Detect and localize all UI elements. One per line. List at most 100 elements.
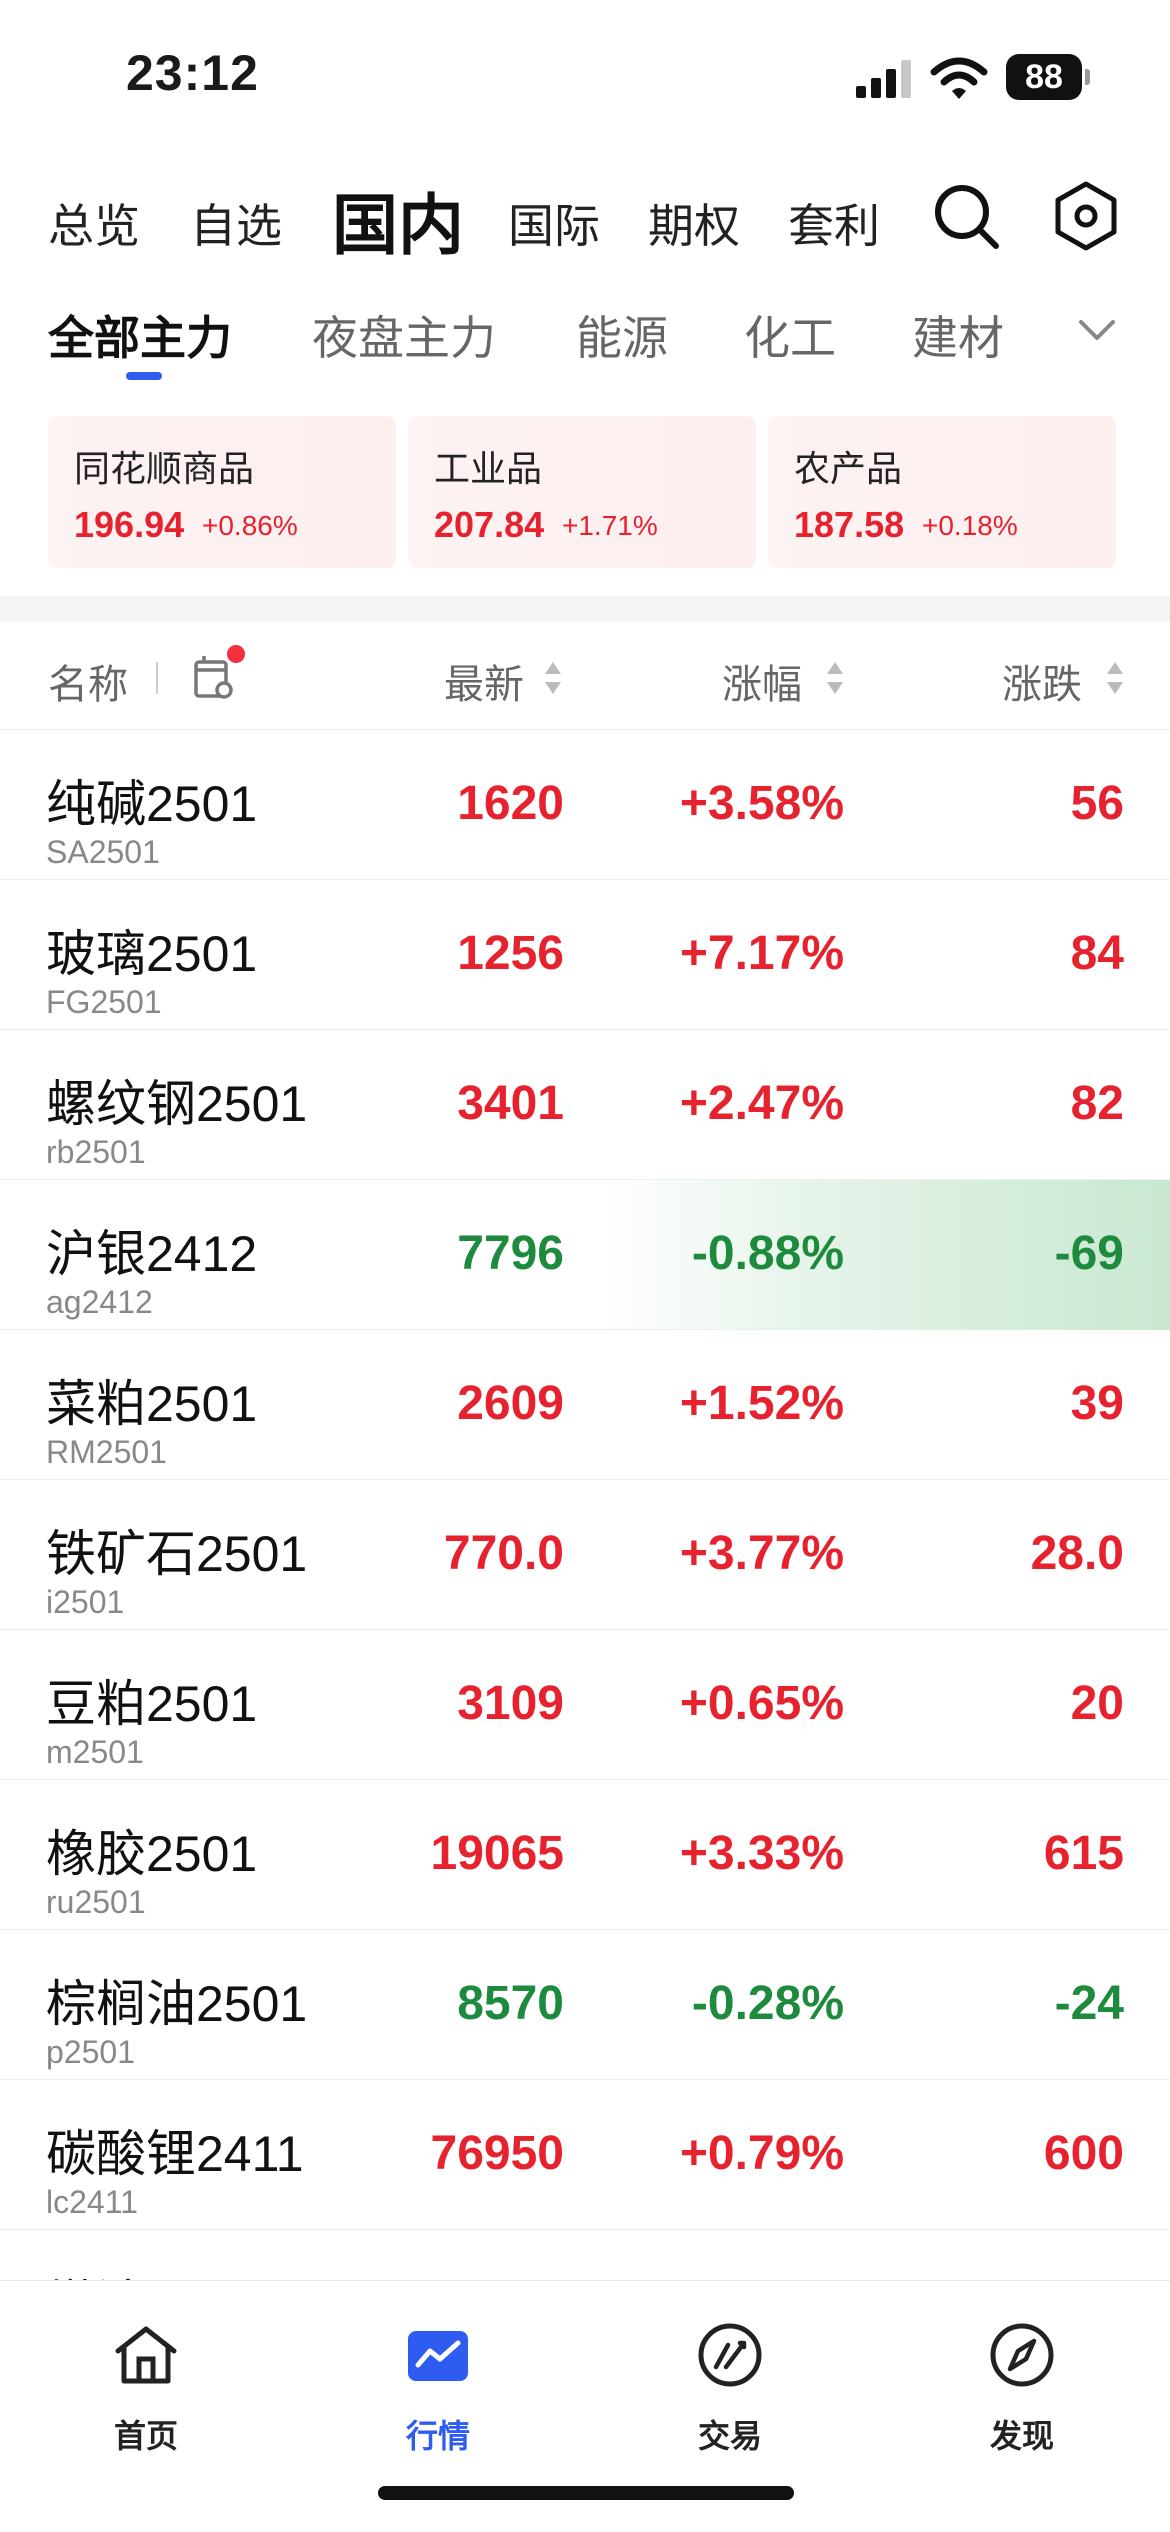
change-percent: +7.17% [679, 927, 844, 980]
latest-price: 3401 [457, 1077, 564, 1130]
index-card-ths-commodity[interactable]: 同花顺商品 196.94 +0.86% [48, 416, 396, 568]
change-percent: +2.47% [679, 1077, 844, 1130]
index-card-industrial[interactable]: 工业品 207.84 +1.71% [408, 416, 756, 568]
latest-price: 76950 [430, 2127, 564, 2180]
tab-options[interactable]: 期权 [648, 190, 740, 256]
index-card-change: +1.71% [562, 510, 658, 541]
contract-code: rb2501 [46, 1134, 146, 1170]
index-card-value: 187.58 [794, 504, 905, 545]
status-time: 23:12 [126, 45, 259, 101]
change-percent: -0.88% [691, 1227, 844, 1280]
battery-icon: 88 [1006, 54, 1090, 100]
tab-watchlist[interactable]: 自选 [190, 190, 282, 256]
contract-name: 橡胶2501 [46, 1826, 258, 1882]
quote-row[interactable]: 橡胶2501 ru2501 19065 +3.33% 615 [0, 1780, 1170, 1930]
settings-hexagon-icon[interactable] [1052, 180, 1120, 252]
trade-icon [698, 2323, 762, 2387]
price-change: 28.0 [1030, 1527, 1124, 1580]
sort-icon[interactable] [824, 658, 846, 698]
change-percent: +3.77% [679, 1527, 844, 1580]
index-card-change: +0.86% [202, 510, 298, 541]
header-latest[interactable]: 最新 [444, 652, 524, 710]
home-indicator [378, 2486, 794, 2500]
index-cards: 同花顺商品 196.94 +0.86% 工业品 207.84 +1.71% 农产… [0, 416, 1170, 568]
contract-code: FG2501 [46, 984, 162, 1020]
nav-discover[interactable]: 发现 [922, 2301, 1122, 2471]
price-change: 56 [1070, 777, 1124, 830]
market-chart-icon [408, 2331, 468, 2381]
main-tabs: 总览 自选 国内 国际 期权 套利 [0, 160, 1170, 280]
latest-price: 1256 [457, 927, 564, 980]
cellular-signal-icon [856, 60, 911, 98]
contract-code: i2501 [46, 1584, 125, 1620]
wifi-icon [930, 57, 988, 99]
subtab-energy[interactable]: 能源 [576, 302, 668, 368]
index-card-value: 207.84 [434, 504, 545, 545]
quote-row[interactable]: 燃油2411 [0, 2230, 1170, 2280]
subtab-night-main[interactable]: 夜盘主力 [312, 302, 496, 368]
latest-price: 19065 [430, 1827, 564, 1880]
subtab-building-materials[interactable]: 建材 [912, 302, 1004, 368]
quote-list: 纯碱2501 SA2501 1620 +3.58% 56 玻璃2501 FG2501 1256… [0, 730, 1170, 2280]
header-change[interactable]: 涨跌 [1002, 652, 1082, 710]
change-percent: +0.79% [679, 2127, 844, 2180]
price-change: 615 [1043, 1827, 1124, 1880]
contract-code: ag2412 [46, 1284, 153, 1320]
compass-icon [990, 2323, 1054, 2387]
price-change: 600 [1043, 2127, 1124, 2180]
contract-name: 豆粕2501 [46, 1676, 258, 1732]
price-change: -24 [1054, 1977, 1124, 2030]
contract-code: p2501 [46, 2034, 135, 2070]
latest-price: 3109 [457, 1677, 564, 1730]
quote-row[interactable]: 玻璃2501 FG2501 1256 +7.17% 84 [0, 880, 1170, 1030]
header-name: 名称 [48, 662, 128, 708]
index-card-agricultural[interactable]: 农产品 187.58 +0.18% [768, 416, 1116, 568]
price-change: 20 [1070, 1677, 1124, 1730]
sort-icon[interactable] [542, 658, 564, 698]
battery-level: 88 [1025, 58, 1063, 96]
contract-name: 纯碱2501 [46, 776, 258, 832]
contract-name: 棕榈油2501 [46, 1976, 308, 2032]
chevron-down-icon[interactable] [1078, 318, 1116, 344]
nav-market[interactable]: 行情 [338, 2301, 538, 2471]
quote-row[interactable]: 菜粕2501 RM2501 2609 +1.52% 39 [0, 1330, 1170, 1480]
nav-label: 首页 [113, 2417, 178, 2455]
tab-domestic[interactable]: 国内 [332, 172, 464, 268]
nav-label: 发现 [989, 2417, 1054, 2455]
change-percent: +3.58% [679, 777, 844, 830]
tab-arbitrage[interactable]: 套利 [788, 190, 880, 256]
change-percent: -0.28% [691, 1977, 844, 2030]
price-change: 82 [1070, 1077, 1124, 1130]
quote-row[interactable]: 沪银2412 ag2412 7796 -0.88% -69 [0, 1180, 1170, 1330]
header-separator [156, 662, 158, 694]
quote-row[interactable]: 豆粕2501 m2501 3109 +0.65% 20 [0, 1630, 1170, 1780]
contract-code: lc2411 [46, 2184, 138, 2220]
nav-label: 交易 [697, 2417, 762, 2455]
index-card-value: 196.94 [74, 504, 185, 545]
search-icon[interactable] [932, 182, 1000, 250]
index-card-name: 工业品 [434, 449, 543, 490]
tab-international[interactable]: 国际 [508, 190, 600, 256]
column-settings-icon[interactable] [190, 644, 248, 704]
section-divider [0, 596, 1170, 622]
quote-row[interactable]: 螺纹钢2501 rb2501 3401 +2.47% 82 [0, 1030, 1170, 1180]
quote-list-header: 名称 最新 涨幅 涨跌 [0, 622, 1170, 730]
nav-home[interactable]: 首页 [46, 2301, 246, 2471]
latest-price: 770.0 [443, 1527, 564, 1580]
header-change-pct[interactable]: 涨幅 [722, 652, 802, 710]
quote-row[interactable]: 铁矿石2501 i2501 770.0 +3.77% 28.0 [0, 1480, 1170, 1630]
nav-label: 行情 [405, 2417, 470, 2455]
quote-row[interactable]: 棕榈油2501 p2501 8570 -0.28% -24 [0, 1930, 1170, 2080]
nav-trade[interactable]: 交易 [630, 2301, 830, 2471]
subtab-all-main[interactable]: 全部主力 [48, 302, 232, 368]
sort-icon[interactable] [1104, 658, 1126, 698]
tab-overview[interactable]: 总览 [48, 190, 140, 256]
index-card-change: +0.18% [922, 510, 1018, 541]
battery-tip [1085, 69, 1090, 85]
latest-price: 7796 [457, 1227, 564, 1280]
contract-name: 菜粕2501 [46, 1376, 258, 1432]
market-page: 23:12 88 总览 自选 国内 国际 期权 套利 全部主力 夜盘主力 能源 … [0, 0, 1170, 2532]
subtab-chemical[interactable]: 化工 [744, 302, 836, 368]
quote-row[interactable]: 纯碱2501 SA2501 1620 +3.58% 56 [0, 730, 1170, 880]
quote-row[interactable]: 碳酸锂2411 lc2411 76950 +0.79% 600 [0, 2080, 1170, 2230]
